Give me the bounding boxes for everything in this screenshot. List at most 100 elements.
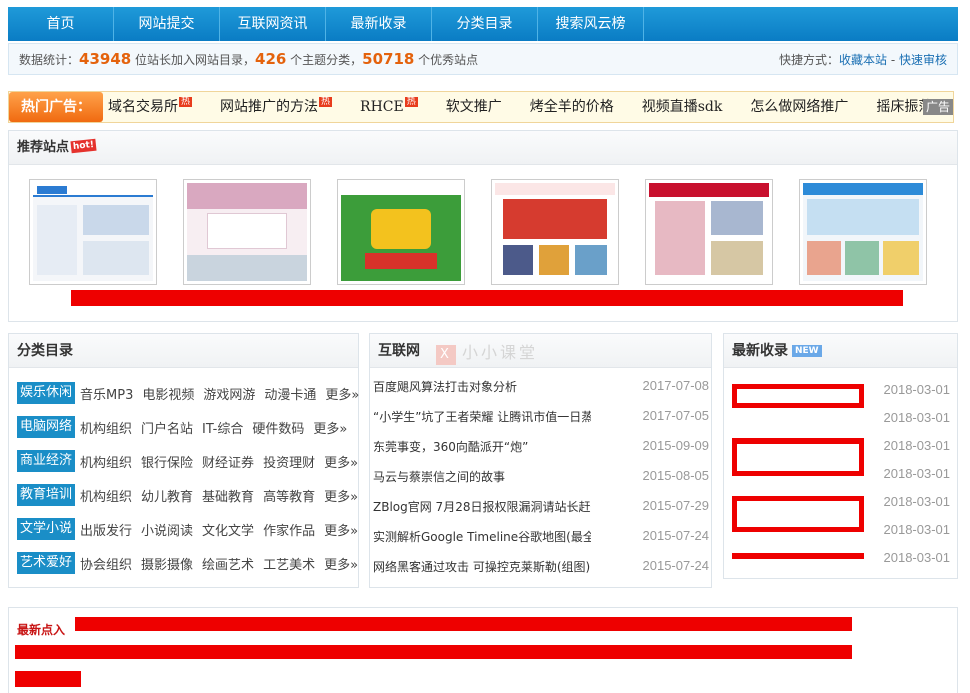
news-item[interactable]: 实测解析Google Timeline谷歌地图(最全) 2015-07-24	[373, 528, 709, 548]
news-title[interactable]: 百度飓风算法打击对象分析	[373, 378, 591, 398]
more-link[interactable]: 更多»	[324, 452, 358, 471]
category-link[interactable]: 动漫卡通	[264, 384, 316, 403]
fast-review-link[interactable]: 快速审核	[899, 53, 947, 67]
category-tag[interactable]: 艺术爱好	[17, 552, 76, 574]
hot-badge: 热	[319, 97, 333, 107]
news-date: 2015-07-24	[642, 558, 710, 573]
nav-home[interactable]: 首页	[8, 7, 114, 41]
category-link[interactable]: 绘画艺术	[202, 554, 254, 573]
site-thumbnail[interactable]	[29, 179, 157, 285]
category-link[interactable]: 游戏网游	[203, 384, 255, 403]
category-link[interactable]: 文化文学	[202, 520, 254, 539]
category-link[interactable]: 机构组织	[80, 418, 132, 437]
nav-submit-site[interactable]: 网站提交	[114, 7, 220, 41]
nav-search-ranking[interactable]: 搜索风云榜	[538, 7, 644, 41]
category-link[interactable]: 硬件数码	[252, 418, 304, 437]
hot-ad-item[interactable]: RHCE 热	[360, 92, 418, 122]
ad-tag: 广告	[922, 99, 953, 115]
category-link[interactable]: IT-综合	[202, 418, 243, 437]
bookmark-link[interactable]: 收藏本站	[839, 53, 887, 67]
hot-ad-item[interactable]: 软文推广	[446, 92, 502, 122]
hot-ad-link[interactable]: 怎么做网络推广	[750, 99, 848, 115]
category-link[interactable]: 基础教育	[202, 486, 254, 505]
category-link[interactable]: 电影视频	[142, 384, 194, 403]
category-tag[interactable]: 教育培训	[17, 484, 76, 506]
nav-internet-news[interactable]: 互联网资讯	[220, 7, 326, 41]
category-row: 娱乐休闲 音乐MP3 电影视频 游戏网游 动漫卡通 更多»	[17, 382, 368, 404]
redaction-box	[732, 496, 864, 532]
more-link[interactable]: 更多»	[324, 486, 358, 505]
news-title[interactable]: “小学生”坑了王者荣耀 让腾讯市值一日蒸发	[373, 408, 591, 428]
new-badge: NEW	[792, 345, 822, 357]
categories-count: 426	[255, 50, 287, 68]
news-title[interactable]: 实测解析Google Timeline谷歌地图(最全)	[373, 528, 591, 548]
hot-ad-link[interactable]: 视频直播sdk	[642, 99, 723, 115]
more-link[interactable]: 更多»	[313, 418, 347, 437]
category-link[interactable]: 作家作品	[263, 520, 315, 539]
redaction-box	[732, 438, 864, 476]
more-link[interactable]: 更多»	[324, 554, 358, 573]
category-link[interactable]: 音乐MP3	[80, 384, 133, 403]
site-thumbnail[interactable]	[645, 179, 773, 285]
hot-ad-link[interactable]: 软文推广	[446, 99, 502, 115]
hot-ad-link[interactable]: 域名交易所	[108, 99, 178, 115]
hot-ad-item[interactable]: 网站推广的方法热	[220, 92, 333, 122]
site-thumbnail[interactable]	[491, 179, 619, 285]
category-tag[interactable]: 商业经济	[17, 450, 76, 472]
latest-item[interactable]: 2018-03-01	[732, 410, 951, 430]
site-thumbnail[interactable]	[799, 179, 927, 285]
more-link[interactable]: 更多»	[325, 384, 359, 403]
news-item[interactable]: “小学生”坑了王者荣耀 让腾讯市值一日蒸发 2017-07-05	[373, 408, 709, 428]
recommended-sites-panel: 推荐站点 hot!	[8, 130, 958, 322]
latest-date: 2018-03-01	[883, 494, 951, 509]
category-tag[interactable]: 娱乐休闲	[17, 382, 76, 404]
panel-title: 互联网	[378, 343, 420, 359]
more-link[interactable]: 更多»	[324, 520, 358, 539]
redaction-bar	[71, 290, 903, 306]
news-item[interactable]: 网络黑客通过攻击 可操控克莱斯勒(组图) 2015-07-24	[373, 558, 709, 578]
category-link[interactable]: 摄影摄像	[141, 554, 193, 573]
category-link[interactable]: 协会组织	[80, 554, 132, 573]
latest-date: 2018-03-01	[883, 382, 951, 397]
news-item[interactable]: 百度飓风算法打击对象分析 2017-07-08	[373, 378, 709, 398]
hot-ad-item[interactable]: 烤全羊的价格	[530, 92, 614, 122]
category-link[interactable]: 银行保险	[141, 452, 193, 471]
category-link[interactable]: 幼儿教育	[141, 486, 193, 505]
news-item[interactable]: 马云与蔡崇信之间的故事 2015-08-05	[373, 468, 709, 488]
nav-categories[interactable]: 分类目录	[432, 7, 538, 41]
latest-clicks-title: 最新点入	[17, 623, 66, 637]
category-tag[interactable]: 文学小说	[17, 518, 76, 540]
hot-ad-link[interactable]: RHCE	[360, 99, 404, 115]
news-title[interactable]: 网络黑客通过攻击 可操控克莱斯勒(组图)	[373, 558, 591, 578]
news-item[interactable]: 东莞事变，360向酷派开“炮” 2015-09-09	[373, 438, 709, 458]
category-link[interactable]: 机构组织	[80, 486, 132, 505]
latest-clicks-panel: 最新点入	[8, 607, 958, 693]
latest-date: 2018-03-01	[883, 522, 951, 537]
hot-ad-item[interactable]: 视频直播sdk	[642, 92, 723, 122]
category-link[interactable]: 投资理财	[263, 452, 315, 471]
category-link[interactable]: 小说阅读	[141, 520, 193, 539]
category-link[interactable]: 财经证券	[202, 452, 254, 471]
news-item[interactable]: ZBlog官网 7月28日报权限漏洞请站长赶快升级 2015-07-29	[373, 498, 709, 518]
news-date: 2015-07-29	[642, 498, 710, 513]
hot-ad-link[interactable]: 网站推广的方法	[220, 99, 318, 115]
good-sites-count: 50718	[362, 50, 415, 68]
news-title[interactable]: 东莞事变，360向酷派开“炮”	[373, 438, 591, 458]
category-link[interactable]: 高等教育	[263, 486, 315, 505]
category-link[interactable]: 门户名站	[141, 418, 193, 437]
category-link[interactable]: 出版发行	[80, 520, 132, 539]
category-link[interactable]: 工艺美术	[263, 554, 315, 573]
category-tag[interactable]: 电脑网络	[17, 416, 76, 438]
category-link[interactable]: 机构组织	[80, 452, 132, 471]
hot-ad-item[interactable]: 域名交易所热	[108, 92, 193, 122]
redaction-bar	[732, 553, 864, 559]
news-title[interactable]: 马云与蔡崇信之间的故事	[373, 468, 591, 488]
nav-latest[interactable]: 最新收录	[326, 7, 432, 41]
panel-title: 推荐站点	[17, 140, 70, 155]
hot-ad-link[interactable]: 烤全羊的价格	[530, 99, 614, 115]
site-thumbnail[interactable]	[183, 179, 311, 285]
news-title[interactable]: ZBlog官网 7月28日报权限漏洞请站长赶快升级	[373, 498, 591, 518]
hot-ad-item[interactable]: 怎么做网络推广	[750, 92, 848, 122]
category-row: 教育培训 机构组织 幼儿教育 基础教育 高等教育 更多»	[17, 484, 367, 506]
site-thumbnail[interactable]	[337, 179, 465, 285]
